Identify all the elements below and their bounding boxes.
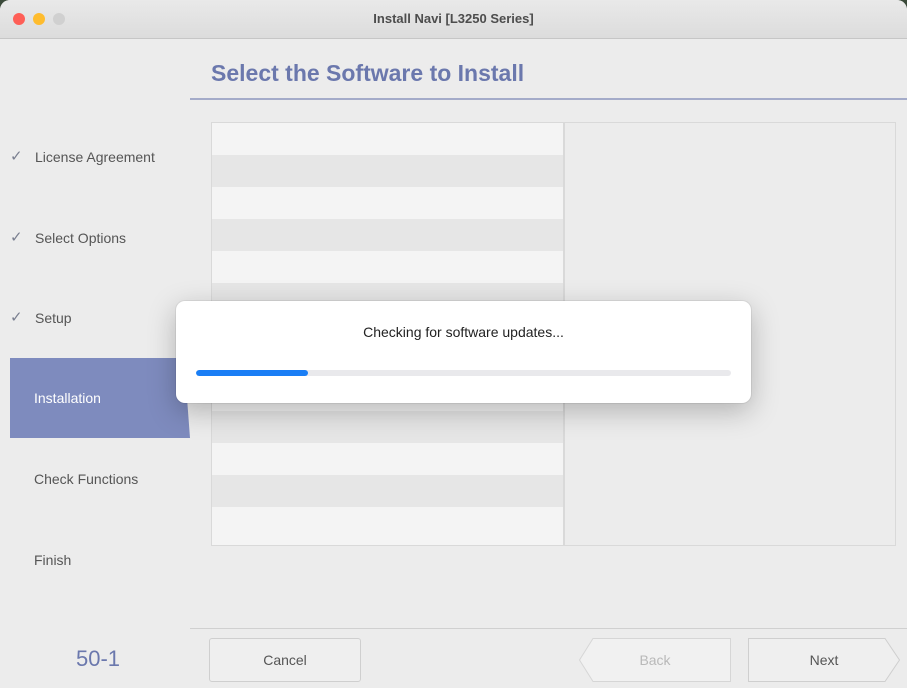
progress-bar xyxy=(196,370,731,376)
dialog-message: Checking for software updates... xyxy=(363,324,564,340)
progress-bar-fill xyxy=(196,370,309,376)
update-check-dialog: Checking for software updates... xyxy=(176,301,751,403)
window-title: Install Navi [L3250 Series] xyxy=(373,11,534,26)
title-bar: Install Navi [L3250 Series] xyxy=(0,0,907,39)
installer-window: Install Navi [L3250 Series] Select the S… xyxy=(0,0,907,688)
